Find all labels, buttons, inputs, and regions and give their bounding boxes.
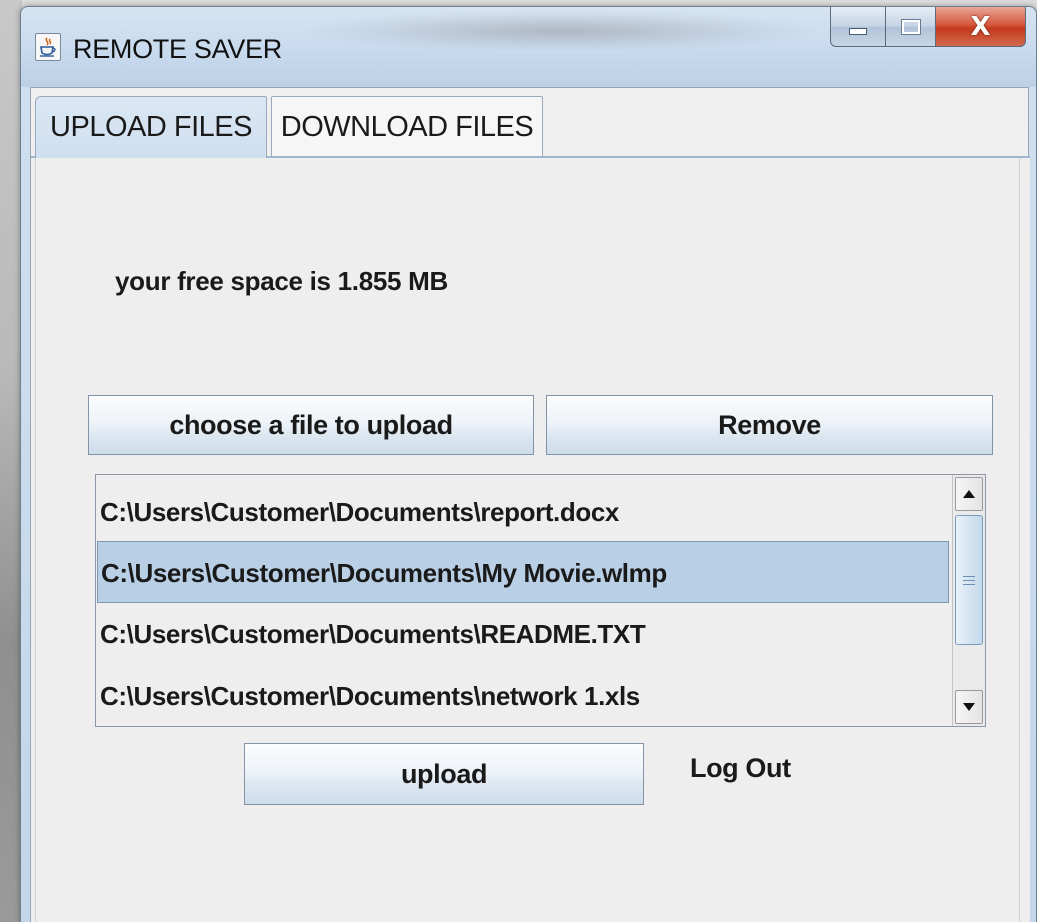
close-button[interactable]: X xyxy=(936,7,1026,47)
window-controls: X xyxy=(830,7,1026,47)
tab-download-files[interactable]: DOWNLOAD FILES xyxy=(271,96,543,156)
list-item[interactable]: C:\Users\Customer\Documents\network 1.xl… xyxy=(97,665,949,727)
panel-content: your free space is 1.855 MB choose a fil… xyxy=(35,158,1020,922)
chevron-down-icon xyxy=(963,703,975,711)
desktop-background xyxy=(0,0,22,922)
list-item[interactable]: C:\Users\Customer\Documents\README.TXT xyxy=(97,603,949,665)
java-app-icon[interactable] xyxy=(35,33,61,61)
close-icon: X xyxy=(970,11,991,42)
chevron-up-icon xyxy=(963,490,975,498)
upload-button[interactable]: upload xyxy=(244,743,644,805)
scroll-up-button[interactable] xyxy=(955,477,983,511)
minimize-icon xyxy=(849,28,867,35)
window-client-area: UPLOAD FILES DOWNLOAD FILES your free sp… xyxy=(30,87,1030,922)
upload-tab-panel: your free space is 1.855 MB choose a fil… xyxy=(31,156,1030,922)
maximize-button[interactable] xyxy=(886,7,936,47)
logout-link[interactable]: Log Out xyxy=(690,753,791,784)
free-space-label: your free space is 1.855 MB xyxy=(115,266,448,296)
scroll-thumb[interactable] xyxy=(955,515,983,645)
maximize-icon xyxy=(900,18,921,35)
file-list[interactable]: C:\Users\Customer\Documents\report.docx … xyxy=(95,474,986,727)
app-window: REMOTE SAVER X UPLOAD FILES DOWNLOAD FIL… xyxy=(20,6,1037,922)
grip-icon xyxy=(963,575,975,585)
title-bar-glass xyxy=(311,11,811,51)
list-item-selected[interactable]: C:\Users\Customer\Documents\My Movie.wlm… xyxy=(97,541,949,603)
remove-button[interactable]: Remove xyxy=(546,395,993,455)
tab-upload-files[interactable]: UPLOAD FILES xyxy=(35,96,267,158)
choose-file-button[interactable]: choose a file to upload xyxy=(88,395,534,455)
list-item[interactable]: C:\Users\Customer\Documents\report.docx xyxy=(97,481,949,543)
minimize-button[interactable] xyxy=(830,7,886,47)
title-bar[interactable]: REMOTE SAVER X xyxy=(21,7,1036,87)
scroll-down-button[interactable] xyxy=(955,690,983,724)
vertical-scrollbar[interactable] xyxy=(952,475,985,726)
window-title: REMOTE SAVER xyxy=(73,34,282,64)
